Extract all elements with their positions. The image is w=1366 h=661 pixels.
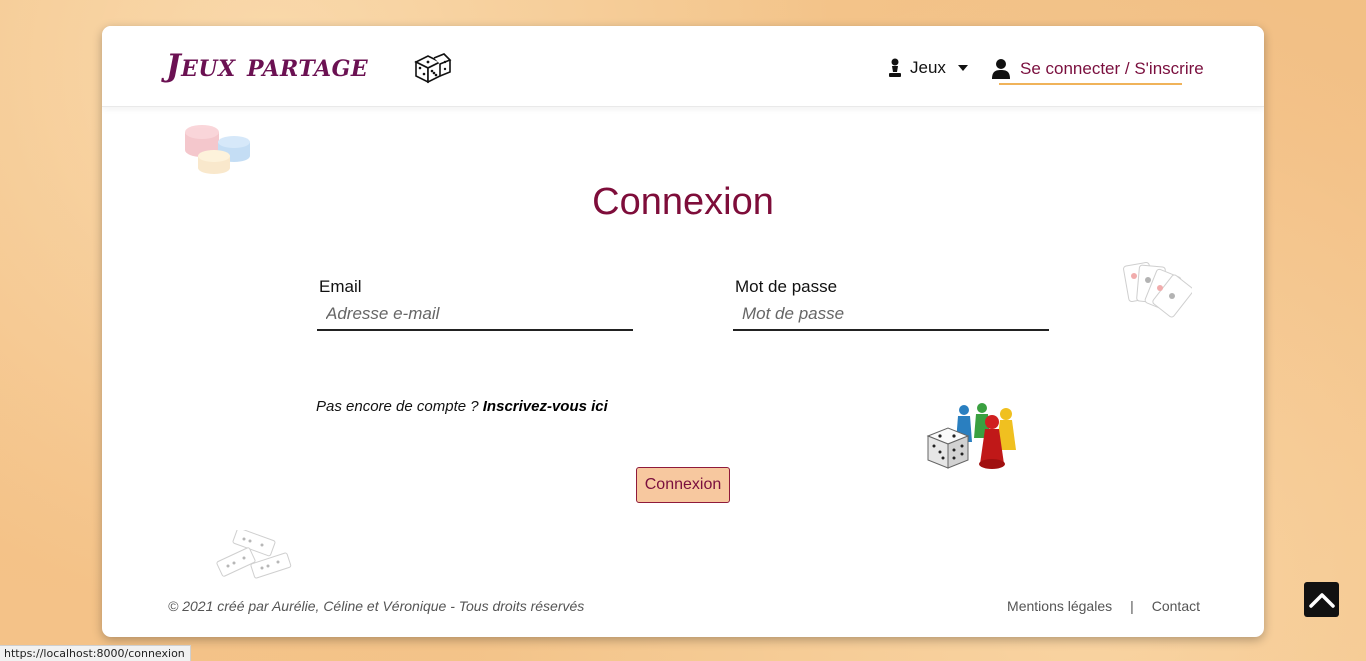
password-field[interactable]: [733, 299, 1049, 331]
dice-icon: [414, 53, 452, 84]
password-field-group: Mot de passe: [733, 277, 1049, 331]
brand-logo[interactable]: Jeux partage: [166, 48, 368, 84]
password-label: Mot de passe: [735, 277, 838, 296]
user-icon: [992, 59, 1010, 79]
signup-link[interactable]: Inscrivez-vous ici: [483, 398, 608, 415]
chevron-up-icon: [1308, 592, 1335, 608]
main-card: Jeux partage Jeux Se connecter / S'inscr…: [102, 26, 1264, 637]
page-title: Connexion: [592, 181, 774, 223]
signup-prompt: Pas encore de compte ? Inscrivez-vous ic…: [316, 398, 608, 415]
playing-cards-icon: [1123, 261, 1192, 318]
footer-copyright: © 2021 créé par Aurélie, Céline et Véron…: [168, 598, 585, 614]
footer-separator: |: [1130, 598, 1134, 614]
status-bar-url: https://localhost:8000/connexion: [0, 645, 191, 661]
pawn-icon: [889, 58, 901, 77]
contact-link[interactable]: Contact: [1152, 598, 1200, 614]
email-label: Email: [319, 277, 362, 296]
nav-games-label: Jeux: [910, 58, 946, 77]
poker-chips-icon: [185, 125, 250, 174]
back-to-top-button[interactable]: [1304, 582, 1339, 617]
email-field-group: Email: [317, 277, 633, 331]
board-game-pieces-icon: [926, 403, 1016, 469]
navbar: Jeux partage Jeux Se connecter / S'inscr…: [102, 26, 1264, 107]
login-submit-button[interactable]: Connexion: [636, 467, 730, 503]
nav-login-link[interactable]: Se connecter / S'inscrire: [992, 55, 1204, 83]
active-underline: [999, 83, 1182, 85]
dominoes-icon: [216, 530, 292, 579]
chevron-down-icon: [957, 65, 968, 71]
nav-games-dropdown[interactable]: Jeux: [888, 56, 968, 80]
email-field[interactable]: [317, 299, 633, 331]
legal-notice-link[interactable]: Mentions légales: [1007, 598, 1112, 614]
footer-links: Mentions légales | Contact: [1007, 598, 1200, 614]
nav-login-label: Se connecter / S'inscrire: [1020, 59, 1204, 78]
signup-prompt-text: Pas encore de compte ?: [316, 398, 483, 415]
